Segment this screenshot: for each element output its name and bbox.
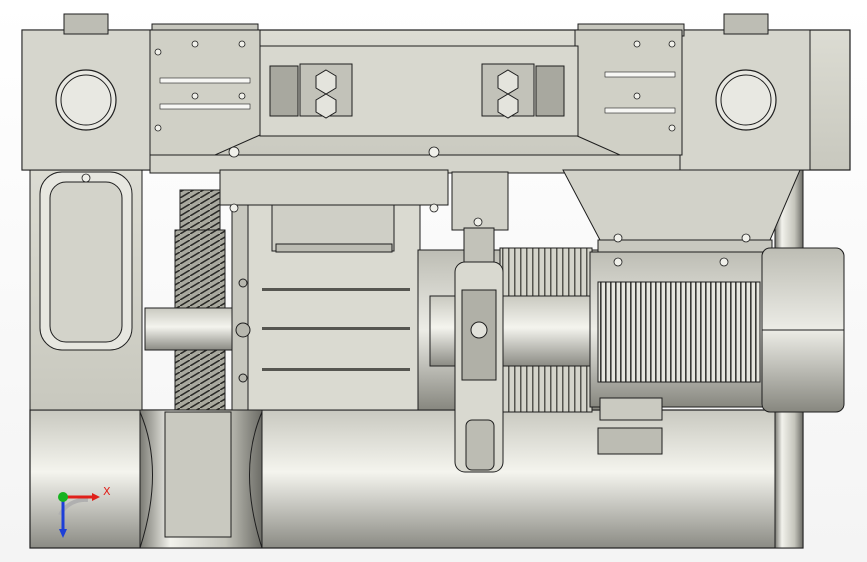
axis-triad: X (58, 485, 111, 538)
cad-viewport[interactable]: X (0, 0, 867, 562)
y-axis-dot (58, 492, 68, 502)
x-axis-label: X (103, 485, 111, 498)
x-axis-head (92, 493, 100, 501)
z-axis-head (59, 529, 67, 538)
